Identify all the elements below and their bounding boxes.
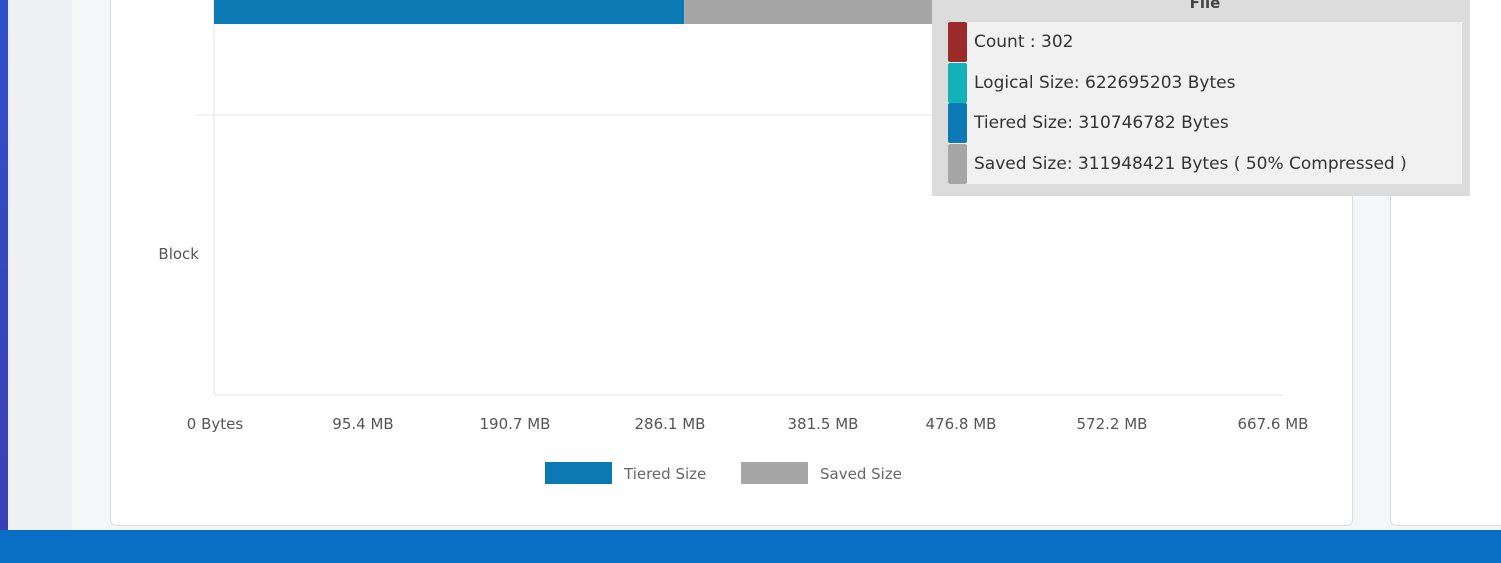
tooltip-row: Saved Size: 311948421 Bytes ( 50% Compre… (948, 143, 1462, 185)
tooltip-title: File (1189, 0, 1221, 12)
tooltip-row-text: Tiered Size: 310746782 Bytes (974, 113, 1229, 134)
x-tick-label: 381.5 MB (788, 415, 859, 433)
x-tick-label: 476.8 MB (926, 415, 997, 433)
x-tick-label: 572.2 MB (1077, 415, 1148, 433)
tooltip-row-text: Count : 302 (974, 32, 1074, 53)
legend-label[interactable]: Saved Size (820, 465, 902, 483)
category-label-block: Block (158, 245, 199, 263)
x-tick-label: 667.6 MB (1238, 415, 1309, 433)
category-labels: Block (158, 245, 199, 263)
legend-label[interactable]: Tiered Size (623, 465, 706, 483)
tooltip-row: Logical Size: 622695203 Bytes (948, 62, 1462, 104)
chart-tooltip: File Count : 302 Logical Size: 622695203 … (932, 0, 1470, 196)
tooltip-row: Count : 302 (948, 22, 1462, 63)
x-tick-label: 0 Bytes (187, 415, 244, 433)
tooltip-body: Count : 302 Logical Size: 622695203 Bytes… (948, 22, 1462, 184)
tooltip-swatch (948, 22, 967, 63)
tooltip-swatch (948, 62, 967, 103)
x-axis-ticks: 0 Bytes 95.4 MB 190.7 MB 286.1 MB 381.5 MB 47… (187, 415, 1309, 433)
bottom-bar (0, 530, 1501, 563)
x-tick-label: 286.1 MB (635, 415, 706, 433)
legend: Tiered Size Saved Size (545, 462, 902, 484)
legend-swatch[interactable] (545, 462, 612, 484)
legend-swatch[interactable] (741, 462, 808, 484)
tooltip-row: Tiered Size: 310746782 Bytes (948, 103, 1462, 144)
tooltip-swatch (948, 103, 967, 144)
bar-tiered-size-file[interactable] (214, 0, 685, 24)
x-tick-label: 190.7 MB (480, 415, 551, 433)
x-tick-label: 95.4 MB (332, 415, 393, 433)
tooltip-row-text: Saved Size: 311948421 Bytes ( 50% Compre… (974, 153, 1407, 174)
tooltip-swatch (948, 143, 967, 184)
tooltip-row-text: Logical Size: 622695203 Bytes (974, 72, 1236, 93)
